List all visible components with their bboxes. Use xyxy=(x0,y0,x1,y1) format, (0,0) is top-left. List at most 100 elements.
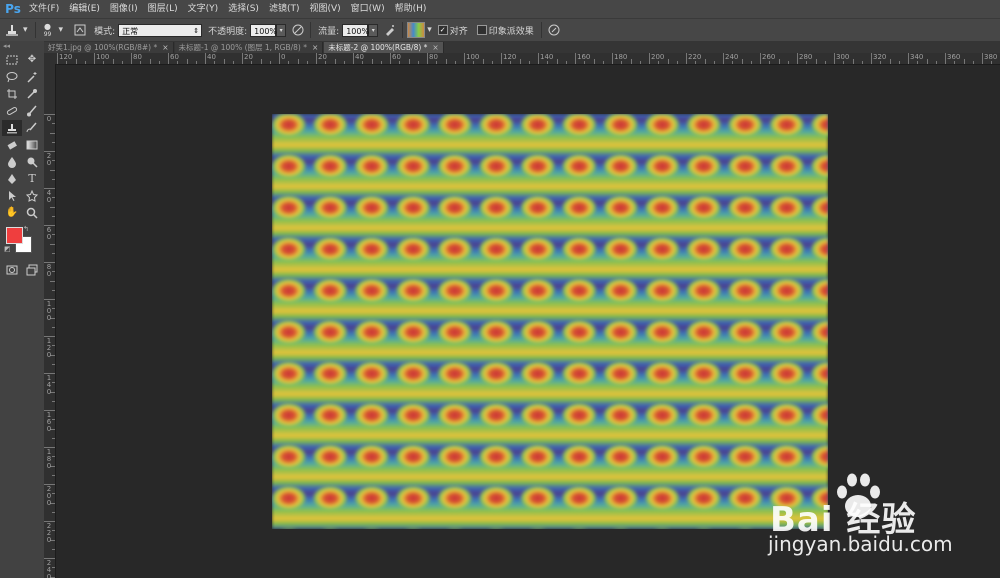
gradient-tool-icon[interactable] xyxy=(22,137,42,153)
tool-row: T xyxy=(0,170,44,187)
menu-type[interactable]: 文字(Y) xyxy=(183,0,224,18)
document-tab[interactable]: 未标题-1 @ 100% (图层 1, RGB/8) * × xyxy=(174,42,324,53)
ruler-label: 280 xyxy=(799,53,813,61)
dodge-tool-icon[interactable] xyxy=(22,154,42,170)
type-tool-icon[interactable]: T xyxy=(22,171,42,187)
pattern-picker-swatch[interactable] xyxy=(407,22,426,38)
document-canvas[interactable] xyxy=(272,114,828,529)
menu-layer[interactable]: 图层(L) xyxy=(143,0,183,18)
aligned-checkbox[interactable]: ✓ xyxy=(437,25,448,35)
vertical-ruler: 0 20 40 60 80 100 120 140 160 180 200 220 240 xyxy=(44,64,56,578)
zoom-tool-icon[interactable] xyxy=(22,205,42,221)
pattern-dropdown-icon[interactable]: ▾ xyxy=(427,25,432,35)
divider xyxy=(310,22,312,38)
ruler-label: 160 xyxy=(46,411,52,433)
menu-select[interactable]: 选择(S) xyxy=(223,0,264,18)
opacity-input[interactable]: 100% xyxy=(250,23,277,37)
ruler-minor-tick xyxy=(306,61,308,64)
ruler-minor-tick xyxy=(325,61,327,64)
default-colors-icon[interactable]: ◩ xyxy=(4,245,11,253)
ruler-minor-tick xyxy=(214,61,216,64)
menu-view[interactable]: 视图(V) xyxy=(304,0,345,18)
rectangular-marquee-tool-icon[interactable] xyxy=(2,52,22,68)
healing-brush-tool-icon[interactable] xyxy=(2,103,22,119)
panel-collapse-icon[interactable]: ◂◂ xyxy=(0,41,44,51)
eraser-tool-icon[interactable] xyxy=(2,137,22,153)
magic-wand-tool-icon[interactable] xyxy=(22,69,42,85)
menu-help[interactable]: 帮助(H) xyxy=(390,0,432,18)
swap-colors-icon[interactable]: ↰ xyxy=(23,225,29,233)
ruler-tick xyxy=(242,53,243,64)
lasso-tool-icon[interactable] xyxy=(2,69,22,85)
mode-select[interactable]: 正常 ⇕ xyxy=(118,23,203,37)
ruler-minor-tick xyxy=(408,59,410,64)
hand-tool-icon[interactable]: ✋ xyxy=(2,205,22,221)
foreground-color-swatch[interactable] xyxy=(6,227,23,244)
pen-tool-icon[interactable] xyxy=(2,171,22,187)
airbrush-icon[interactable] xyxy=(382,22,398,38)
tool-preset-dropdown-icon[interactable]: ▾ xyxy=(23,25,28,35)
menu-filter[interactable]: 滤镜(T) xyxy=(264,0,305,18)
flow-dropdown-icon[interactable]: ▾ xyxy=(368,23,379,37)
ruler-minor-tick xyxy=(177,61,179,64)
screen-mode-icon[interactable] xyxy=(22,262,42,278)
document-tab-active[interactable]: 未标题-2 @ 100%(RGB/8) * × xyxy=(324,42,444,53)
close-icon[interactable]: × xyxy=(162,42,168,53)
pattern-stamp-tool-icon[interactable] xyxy=(4,22,20,38)
ruler-minor-tick xyxy=(750,61,752,64)
ruler-label: 220 xyxy=(688,53,702,61)
close-icon[interactable]: × xyxy=(312,42,318,53)
menu-image[interactable]: 图像(I) xyxy=(105,0,143,18)
close-icon[interactable]: × xyxy=(432,42,438,53)
ruler-minor-tick xyxy=(362,61,364,64)
flow-input[interactable]: 100% xyxy=(342,23,369,37)
pressure-size-icon[interactable] xyxy=(546,22,562,38)
clone-stamp-tool-icon[interactable] xyxy=(2,119,22,136)
document-tab[interactable]: 好笑1.jpg @ 100%(RGB/8#) * × xyxy=(44,42,174,53)
ruler-label: 120 xyxy=(46,337,52,359)
ruler-label: 40 xyxy=(355,53,364,61)
ruler-tick xyxy=(316,53,317,64)
menu-window[interactable]: 窗口(W) xyxy=(346,0,390,18)
blur-tool-icon[interactable] xyxy=(2,154,22,170)
pressure-opacity-icon[interactable] xyxy=(290,22,306,38)
ruler-minor-tick xyxy=(52,178,55,180)
tab-label: 未标题-1 @ 100% (图层 1, RGB/8) * xyxy=(178,43,307,52)
ruler-minor-tick xyxy=(732,61,734,64)
eyedropper-tool-icon[interactable] xyxy=(22,86,42,102)
brush-preset-picker[interactable]: ● 99 xyxy=(40,22,56,38)
ruler-minor-tick xyxy=(269,61,271,64)
brush-dropdown-icon[interactable]: ▾ xyxy=(59,25,64,35)
brush-panel-icon[interactable] xyxy=(72,22,88,38)
chevron-down-icon: ⇕ xyxy=(193,26,200,35)
quick-mask-icon[interactable] xyxy=(2,262,22,278)
path-selection-tool-icon[interactable] xyxy=(2,188,22,204)
ruler-label: 20 xyxy=(318,53,327,61)
menu-file[interactable]: 文件(F) xyxy=(24,0,64,18)
tool-row: ✥ xyxy=(0,51,44,68)
ruler-minor-tick xyxy=(889,59,891,64)
menu-edit[interactable]: 编辑(E) xyxy=(64,0,105,18)
impressionist-checkbox[interactable] xyxy=(476,25,487,35)
move-tool-icon[interactable]: ✥ xyxy=(22,52,42,68)
ruler-origin[interactable] xyxy=(44,53,55,64)
ruler-minor-tick xyxy=(195,61,197,64)
ruler-label: 60 xyxy=(170,53,179,61)
ruler-minor-tick xyxy=(103,61,105,64)
ruler-tick xyxy=(501,53,502,64)
divider xyxy=(540,22,542,38)
ruler-minor-tick xyxy=(593,59,595,64)
ruler-minor-tick xyxy=(52,289,55,291)
options-bar: ▾ ● 99 ▾ 模式: 正常 ⇕ 不透明度: 100% ▾ 流量: 100% … xyxy=(0,18,1000,42)
opacity-dropdown-icon[interactable]: ▾ xyxy=(276,23,287,37)
ruler-minor-tick xyxy=(824,61,826,64)
tool-row xyxy=(0,119,44,136)
shape-tool-icon[interactable] xyxy=(22,188,42,204)
ruler-minor-tick xyxy=(251,61,253,64)
crop-tool-icon[interactable] xyxy=(2,86,22,102)
ruler-label: 160 xyxy=(577,53,591,61)
ruler-minor-tick xyxy=(954,61,956,64)
history-brush-tool-icon[interactable] xyxy=(22,120,42,136)
brush-tool-icon[interactable] xyxy=(22,103,42,119)
ruler-minor-tick xyxy=(343,61,345,64)
